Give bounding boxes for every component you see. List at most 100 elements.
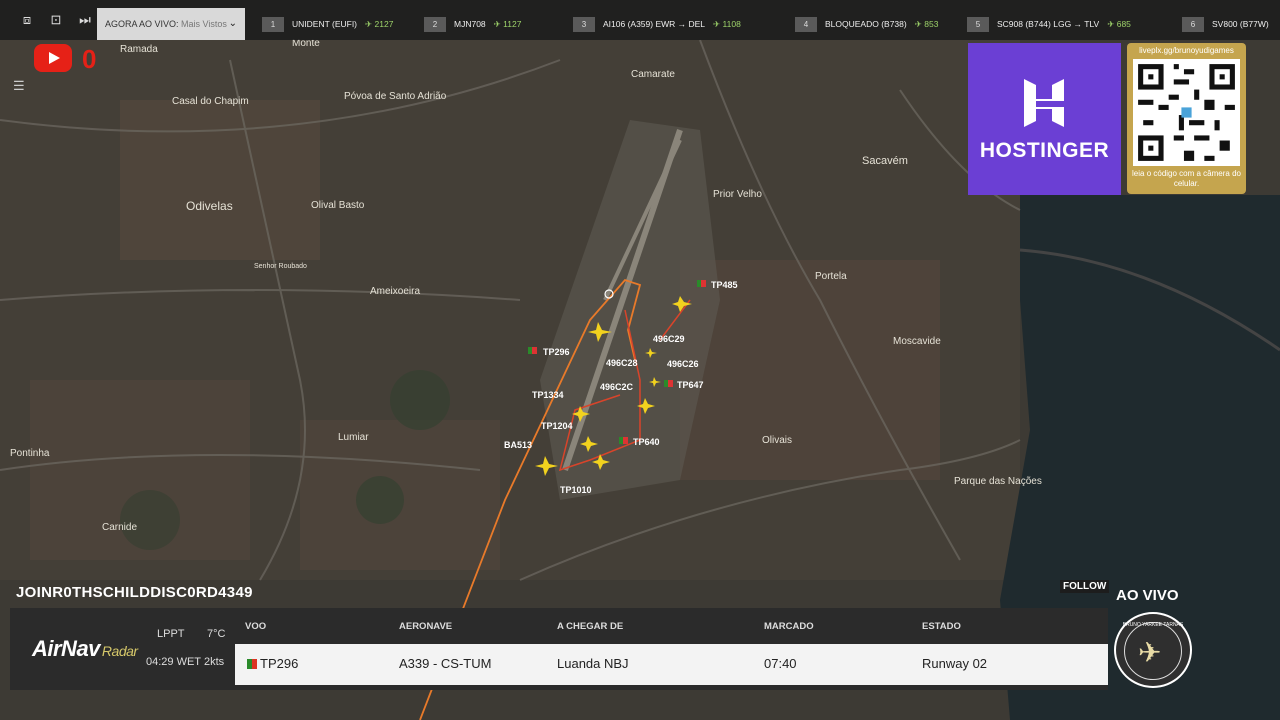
qr-url: liveplx.gg/brunoyudigames (1139, 46, 1234, 55)
col-header-voo: VOO (245, 621, 267, 632)
mode-label: AGORA AO VIVO: (105, 19, 179, 29)
top-flight-chip[interactable]: 1 UNIDENT (EUFI) ✈ 2127 (262, 16, 393, 32)
place-label: Lumiar (338, 432, 369, 443)
place-label: Moscavide (893, 336, 941, 347)
cell-voo: TP296 (247, 656, 298, 671)
chip-rank: 5 (967, 17, 989, 32)
top-flight-chip[interactable]: 3 AI106 (A359) EWR → DEL ✈ 1108 (573, 16, 741, 32)
list-icon[interactable]: ☰ (13, 78, 29, 94)
chip-count: 1127 (503, 19, 522, 29)
place-label: Odivelas (186, 199, 233, 213)
chip-flight: BLOQUEADO (B738) (825, 19, 907, 29)
badge-text: BRUNO YARKEE TARNAS (1122, 622, 1184, 628)
sponsor-name: HOSTINGER (979, 139, 1110, 162)
col-header-marcado: MARCADO (764, 621, 814, 632)
wind-speed: 2kts (204, 656, 225, 668)
chip-rank: 2 (424, 17, 446, 32)
aircraft-label: TP647 (677, 380, 704, 390)
place-label: Sacavém (862, 155, 908, 167)
plane-icon: ✈ (713, 19, 721, 29)
airline-flag-icon (247, 659, 257, 669)
airport-code: LPPT (157, 628, 185, 640)
chip-count: 1108 (722, 19, 741, 29)
local-time: 04:29 WET (146, 656, 202, 668)
chip-count: 2127 (374, 19, 394, 29)
place-label: Senhor Roubado (254, 263, 307, 270)
aircraft-label: 496C29 (653, 334, 685, 344)
plane-icon: ✈ (493, 19, 501, 29)
username-banner: JOINR0THSCHILDDISC0RD4349 (16, 584, 253, 601)
brand-sub: Radar (101, 643, 138, 659)
flight-info-panel: AirNav Radar LPPT 7°C 04:29 WET 2kts VOO … (10, 608, 1108, 690)
place-label: Carnide (102, 522, 137, 533)
sidebar-toggle-icon[interactable]: ⧈ (16, 10, 38, 30)
cell-status: Runway 02 (922, 656, 988, 671)
aircraft-label: TP1334 (532, 390, 564, 400)
qr-caption: leia o código com a câmera do celular. (1132, 169, 1241, 188)
place-label: Portela (815, 271, 847, 282)
chip-flight: SC908 (B744) LGG → TLV (997, 19, 1100, 29)
col-header-chegar: A CHEGAR DE (557, 621, 624, 632)
aircraft-label: TP1010 (560, 485, 592, 495)
place-label: Olival Basto (311, 200, 365, 211)
qr-code-icon (1133, 59, 1240, 166)
hostinger-banner[interactable]: HOSTINGER (968, 43, 1121, 195)
youtube-count: 0 (82, 44, 97, 74)
chip-flight: SV800 (B77W) (1212, 19, 1269, 29)
follow-button[interactable]: FOLLOW (1060, 580, 1110, 593)
chip-flight: UNIDENT (EUFI) (292, 19, 358, 29)
chip-rank: 4 (795, 17, 817, 32)
aircraft-label: TP640 (633, 437, 660, 447)
chip-count: 685 (1116, 19, 1131, 29)
chevron-down-icon: ⌄ (228, 18, 237, 29)
plane-icon: ✈ (365, 19, 373, 29)
cell-scheduled: 07:40 (764, 656, 797, 671)
place-label: Casal do Chapim (172, 96, 249, 107)
hostinger-logo-icon (1024, 79, 1064, 127)
mode-value: Mais Vistos (181, 19, 227, 29)
skip-next-icon[interactable]: ⏭ (74, 10, 96, 30)
aircraft-label: 496C26 (667, 359, 699, 369)
chip-count: 853 (924, 19, 939, 29)
top-flight-chip[interactable]: 5 SC908 (B744) LGG → TLV ✈ 685 (967, 16, 1131, 32)
brand: AirNav (32, 636, 100, 661)
cell-aeronave: A339 - CS-TUM (399, 656, 492, 671)
place-label: Pontinha (10, 448, 50, 459)
aircraft-label: 496C2C (600, 382, 634, 392)
plane-icon: ✈ (914, 19, 922, 29)
live-label: AO VIVO (1116, 587, 1179, 604)
place-label: Ameixoeira (370, 286, 420, 297)
top-flight-chip[interactable]: 2 MJN708 ✈ 1127 (424, 16, 521, 32)
channel-badge: BRUNO YARKEE TARNAS ✈ (1114, 612, 1192, 688)
place-label: Olivais (762, 435, 792, 446)
col-header-estado: ESTADO (922, 621, 961, 632)
place-label: Póvoa de Santo Adrião (344, 91, 447, 102)
aircraft-label: TP485 (711, 280, 738, 290)
place-label: Prior Velho (713, 189, 762, 200)
plane-icon: ✈ (1107, 19, 1115, 29)
aircraft-label: TP1204 (541, 421, 573, 431)
cell-origin: Luanda NBJ (557, 656, 629, 671)
aircraft-label: 496C28 (606, 358, 638, 368)
chip-flight: MJN708 (454, 19, 486, 29)
flight-number: TP296 (260, 656, 299, 671)
top-flight-chip[interactable]: 6 SV800 (B77W) (1182, 16, 1269, 32)
expand-icon[interactable]: ⊡ (45, 10, 67, 30)
place-label: Ramada (120, 44, 158, 55)
temperature: 7°C (207, 628, 226, 640)
chip-flight: AI106 (A359) EWR → DEL (603, 19, 706, 29)
place-label: Camarate (631, 69, 675, 80)
youtube-icon[interactable] (34, 44, 72, 72)
aircraft-label: BA513 (504, 440, 532, 450)
col-header-aeronave: AERONAVE (399, 621, 453, 632)
qr-panel: liveplx.gg/brunoyudigames leia o código … (1127, 43, 1246, 194)
chip-rank: 6 (1182, 17, 1204, 32)
airnav-logo: AirNav Radar (32, 636, 138, 662)
top-bar: ⧈ ⊡ ⏭ AGORA AO VIVO: Mais Vistos ⌄ 1 UNID… (0, 0, 1280, 40)
aircraft-label: TP296 (543, 347, 570, 357)
flight-row[interactable]: TP296 A339 - CS-TUM Luanda NBJ 07:40 Run… (235, 644, 1108, 685)
top-flight-chip[interactable]: 4 BLOQUEADO (B738) ✈ 853 (795, 16, 938, 32)
mode-select[interactable]: AGORA AO VIVO: Mais Vistos ⌄ (97, 8, 245, 40)
place-label: Parque das Nações (954, 476, 1042, 487)
airplane-icon: ✈ (1138, 637, 1162, 668)
